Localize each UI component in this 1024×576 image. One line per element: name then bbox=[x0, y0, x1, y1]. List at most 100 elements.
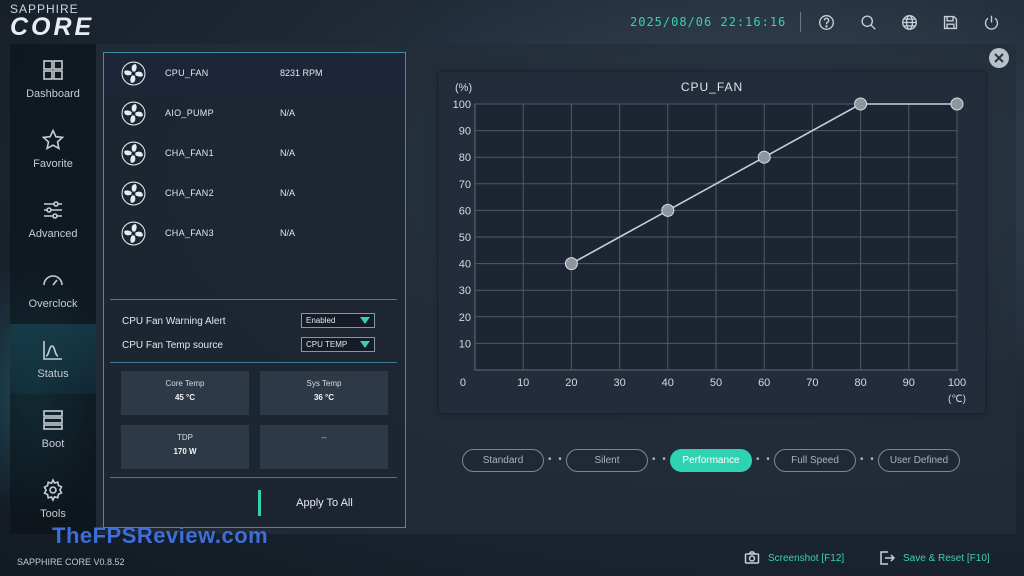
y-tick-label: 80 bbox=[459, 152, 471, 164]
x-tick-label: 60 bbox=[758, 377, 770, 389]
sidebar-item-label: Status bbox=[37, 368, 69, 380]
datetime: 2025/08/06 22:16:16 bbox=[630, 15, 787, 29]
sidebar-item-boot[interactable]: Boot bbox=[10, 394, 96, 464]
exit-icon bbox=[880, 551, 895, 565]
empty-card: -- bbox=[260, 425, 388, 469]
chart-icon bbox=[43, 341, 62, 360]
close-button[interactable] bbox=[989, 48, 1009, 68]
sidebar-item-dashboard[interactable]: Dashboard bbox=[10, 44, 96, 114]
fan-name: CPU_FAN bbox=[165, 68, 209, 78]
mode-user-defined-button[interactable]: User Defined bbox=[878, 449, 960, 472]
x-tick-label: 10 bbox=[517, 377, 529, 389]
y-tick-label: 20 bbox=[459, 312, 471, 324]
save-icon[interactable] bbox=[940, 12, 960, 32]
y-axis-label: (%) bbox=[455, 82, 472, 94]
close-icon bbox=[994, 53, 1004, 63]
divider bbox=[110, 299, 397, 300]
divider bbox=[800, 12, 801, 32]
x-tick-label: 20 bbox=[565, 377, 577, 389]
save-reset-label: Save & Reset [F10] bbox=[903, 552, 990, 564]
mode-separator: • • bbox=[860, 454, 876, 465]
fan-icon bbox=[121, 101, 146, 126]
sidebar-item-status[interactable]: Status bbox=[10, 324, 96, 394]
mode-separator: • • bbox=[652, 454, 668, 465]
card-value: 45 °C bbox=[174, 393, 196, 402]
fan-icon bbox=[121, 221, 146, 246]
save-reset-button[interactable]: Save & Reset [F10] bbox=[879, 550, 990, 566]
y-tick-label: 10 bbox=[459, 338, 471, 350]
sidebar-item-overclock[interactable]: Overclock bbox=[10, 254, 96, 324]
divider bbox=[110, 362, 397, 363]
fan-row-cha-fan3[interactable]: CHA_FAN3 N/A bbox=[104, 213, 405, 253]
curve-point[interactable] bbox=[564, 257, 578, 271]
mode-standard-button[interactable]: Standard bbox=[462, 449, 544, 472]
x-tick-label: 50 bbox=[710, 377, 722, 389]
divider bbox=[110, 477, 397, 478]
chevron-down-icon bbox=[360, 341, 370, 348]
fan-row-cpu-fan[interactable]: CPU_FAN 8231 RPM bbox=[104, 53, 405, 93]
x-tick-label: 70 bbox=[806, 377, 818, 389]
y-tick-label: 90 bbox=[459, 126, 471, 138]
card-label: Sys Temp bbox=[306, 379, 342, 388]
fan-name: CHA_FAN3 bbox=[165, 228, 214, 238]
x-tick-label: 80 bbox=[854, 377, 866, 389]
mode-silent-button[interactable]: Silent bbox=[566, 449, 648, 472]
warning-alert-value: Enabled bbox=[306, 316, 336, 325]
fan-row-cha-fan2[interactable]: CHA_FAN2 N/A bbox=[104, 173, 405, 213]
brand-main: CORE bbox=[10, 13, 95, 41]
x-tick-label: 90 bbox=[903, 377, 915, 389]
sidebar-item-label: Advanced bbox=[28, 228, 78, 240]
sidebar: Dashboard Favorite Advanced Overclock St… bbox=[10, 44, 96, 534]
y-tick-label: 30 bbox=[459, 285, 471, 297]
tdp-card: TDP 170 W bbox=[121, 425, 249, 469]
curve-point[interactable] bbox=[757, 150, 771, 164]
power-icon[interactable] bbox=[981, 12, 1001, 32]
x-tick-label: 100 bbox=[948, 377, 966, 389]
warning-alert-label: CPU Fan Warning Alert bbox=[122, 316, 226, 327]
temp-source-label: CPU Fan Temp source bbox=[122, 340, 223, 351]
watermark: TheFPSReview.com bbox=[52, 523, 269, 548]
brand-logo: SAPPHIRE CORE bbox=[10, 3, 94, 40]
mode-performance-button[interactable]: Performance bbox=[670, 449, 752, 472]
x-axis-label: (℃) bbox=[948, 394, 966, 405]
card-label: Core Temp bbox=[165, 379, 205, 388]
fan-value: 8231 RPM bbox=[280, 68, 323, 78]
y-tick-label: 60 bbox=[459, 205, 471, 217]
sidebar-item-label: Favorite bbox=[33, 158, 73, 170]
y-tick-label: 40 bbox=[459, 259, 471, 271]
curve-point[interactable] bbox=[950, 97, 964, 111]
fan-icon bbox=[121, 141, 146, 166]
search-icon[interactable] bbox=[858, 12, 878, 32]
sliders-icon bbox=[44, 201, 62, 219]
fan-row-aio-pump[interactable]: AIO_PUMP N/A bbox=[104, 93, 405, 133]
temp-source-value: CPU TEMP bbox=[306, 340, 348, 349]
fan-name: CHA_FAN2 bbox=[165, 188, 214, 198]
temp-source-dropdown[interactable]: CPU TEMP bbox=[301, 337, 375, 352]
top-bar: SAPPHIRE CORE 2025/08/06 22:16:16 bbox=[0, 0, 1024, 42]
origin-label: 0 bbox=[460, 377, 466, 389]
sidebar-item-label: Tools bbox=[40, 508, 66, 520]
mode-full-speed-button[interactable]: Full Speed bbox=[774, 449, 856, 472]
curve-point[interactable] bbox=[854, 97, 868, 111]
fan-value: N/A bbox=[280, 228, 296, 238]
fan-list: CPU_FAN 8231 RPM AIO_PUMP N/A CHA_FAN1 N… bbox=[104, 53, 405, 253]
boot-icon bbox=[43, 410, 63, 430]
fan-name: AIO_PUMP bbox=[165, 108, 214, 118]
fan-icon bbox=[121, 181, 146, 206]
curve-point[interactable] bbox=[661, 203, 675, 217]
warning-alert-dropdown[interactable]: Enabled bbox=[301, 313, 375, 328]
fan-icon bbox=[121, 61, 146, 86]
fan-curve-plot[interactable]: 10 20 30 40 50 60 70 80 90 100 10 20 30 40 50 60 70 80 90 1… bbox=[439, 72, 985, 413]
fan-value: N/A bbox=[280, 108, 296, 118]
dashboard-icon bbox=[43, 60, 63, 80]
globe-icon[interactable] bbox=[899, 12, 919, 32]
sidebar-item-favorite[interactable]: Favorite bbox=[10, 114, 96, 184]
screenshot-button[interactable]: Screenshot [F12] bbox=[744, 550, 844, 566]
help-icon[interactable] bbox=[816, 12, 836, 32]
y-tick-label: 50 bbox=[459, 232, 471, 244]
fan-row-cha-fan1[interactable]: CHA_FAN1 N/A bbox=[104, 133, 405, 173]
sidebar-item-advanced[interactable]: Advanced bbox=[10, 184, 96, 254]
apply-to-all-button[interactable]: Apply To All bbox=[258, 490, 388, 516]
fan-value: N/A bbox=[280, 148, 296, 158]
core-temp-card: Core Temp 45 °C bbox=[121, 371, 249, 415]
